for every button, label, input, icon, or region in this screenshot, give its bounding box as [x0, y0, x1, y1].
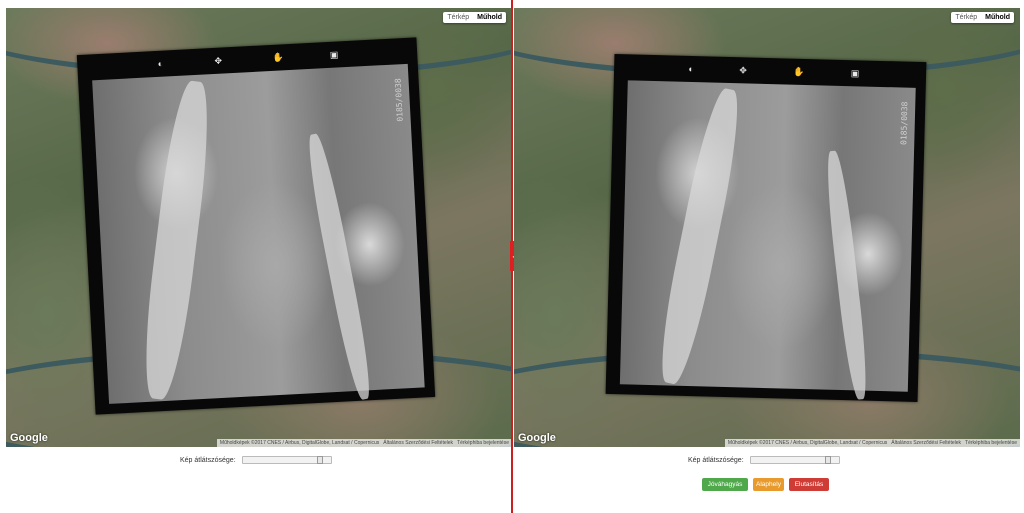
right-opacity-control: Kép átlátszósége:: [688, 456, 840, 464]
map-type-control: Térkép Műhold: [443, 12, 506, 23]
discard-button[interactable]: Elutasítás: [789, 478, 829, 491]
close-icon[interactable]: ▣: [850, 68, 860, 78]
attribution-report[interactable]: Térképhiba bejelentése: [457, 440, 509, 446]
right-satellite-map[interactable]: 0185/0038 ◐ ✥ ✋ ▣ Térkép Műhold Google M…: [514, 8, 1020, 447]
opacity-slider[interactable]: [749, 456, 840, 464]
left-pane: 0185/0038 ◐ ✥ ✋ ▣ Térkép Műhold Google M…: [0, 0, 512, 513]
photo-frame-label: 0185/0038: [899, 101, 910, 146]
move-icon[interactable]: ✋: [793, 66, 804, 77]
approve-button[interactable]: Jóváhagyás: [702, 478, 748, 491]
overlay-aerial-photo[interactable]: 0185/0038 ◐ ✥ ✋ ▣: [605, 53, 927, 403]
overlay-aerial-photo[interactable]: 0185/0038 ◐ ✥ ✋ ▣: [76, 37, 436, 415]
left-opacity-control: Kép átlátszósége:: [180, 456, 332, 464]
photo-content: 0185/0038: [77, 37, 435, 414]
map-type-control: Térkép Műhold: [951, 12, 1014, 23]
map-attribution: Műholdképek ©2017 CNES / Airbus, Digital…: [216, 439, 512, 447]
attribution-imagery: Műholdképek ©2017 CNES / Airbus, Digital…: [219, 440, 380, 446]
opacity-label: Kép átlátszósége:: [688, 456, 744, 464]
opacity-label: Kép átlátszósége:: [180, 456, 236, 464]
left-satellite-map[interactable]: 0185/0038 ◐ ✥ ✋ ▣ Térkép Műhold Google M…: [6, 8, 512, 447]
reset-button[interactable]: Alaphely: [753, 478, 784, 491]
attribution-report[interactable]: Térképhiba bejelentése: [965, 440, 1017, 446]
attribution-terms[interactable]: Általános Szerződési Feltételek: [891, 440, 961, 446]
slider-handle[interactable]: [316, 456, 323, 464]
close-icon[interactable]: ▣: [329, 49, 340, 60]
photo-content: 0185/0038: [606, 54, 927, 402]
google-logo: Google: [10, 432, 48, 444]
opacity-slider[interactable]: [241, 456, 332, 464]
map-type-map[interactable]: Térkép: [951, 12, 981, 23]
right-pane: 0185/0038 ◐ ✥ ✋ ▣ Térkép Műhold Google M…: [514, 0, 1024, 513]
attribution-imagery: Műholdképek ©2017 CNES / Airbus, Digital…: [727, 440, 888, 446]
google-logo: Google: [518, 432, 556, 444]
map-type-satellite[interactable]: Műhold: [473, 12, 506, 23]
slider-handle[interactable]: [824, 456, 831, 464]
attribution-terms[interactable]: Általános Szerződési Feltételek: [383, 440, 453, 446]
sun-icon[interactable]: ◐: [686, 64, 696, 74]
move-icon[interactable]: ✋: [272, 52, 284, 63]
sun-icon[interactable]: ◐: [155, 59, 166, 70]
map-type-map[interactable]: Térkép: [443, 12, 473, 23]
action-buttons: Jóváhagyás Alaphely Elutasítás: [702, 478, 829, 491]
rotate-icon[interactable]: ✥: [738, 65, 748, 75]
map-type-satellite[interactable]: Műhold: [981, 12, 1014, 23]
photo-terrain: [92, 63, 425, 404]
map-attribution: Műholdképek ©2017 CNES / Airbus, Digital…: [724, 439, 1020, 447]
rotate-icon[interactable]: ✥: [213, 55, 224, 66]
